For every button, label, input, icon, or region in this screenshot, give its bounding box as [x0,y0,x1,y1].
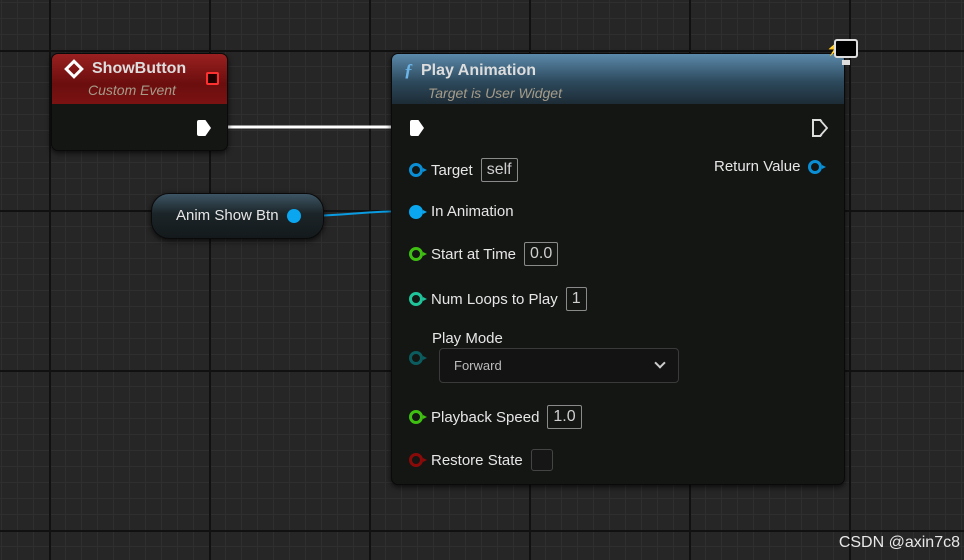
node-title: Play Animation [421,61,536,79]
pin-label: Num Loops to Play [431,290,558,308]
widget-function-icon: ⚡ [826,38,860,68]
in-animation-pin[interactable] [409,204,427,219]
pin-label: Return Value [714,158,801,175]
play-mode-pin[interactable] [409,351,427,365]
exec-in-pin[interactable] [410,120,424,136]
watermark: CSDN @axin7c8 [838,534,960,551]
pin-label: In Animation [431,203,514,220]
function-icon: ƒ [404,60,413,80]
variable-label: Anim Show Btn [176,207,279,224]
pin-label: Playback Speed [431,408,540,426]
target-pin[interactable] [409,163,427,177]
restore-state-pin[interactable] [409,453,427,467]
dropdown-value: Forward [454,358,502,373]
playback-speed-pin[interactable] [409,410,427,424]
variable-node[interactable]: Anim Show Btn [151,193,324,239]
exec-out-outline [812,119,828,137]
node-subtitle: Custom Event [88,82,176,98]
start-at-time-pin[interactable] [409,247,427,261]
num-loops-pin[interactable] [409,292,427,306]
object-out-pin[interactable] [286,208,301,223]
play-mode-dropdown[interactable]: Forward [439,348,679,383]
return-value-pin[interactable] [808,159,827,174]
restore-state-checkbox[interactable] [530,449,553,471]
delegate-pin[interactable] [206,72,219,85]
node-title: ShowButton [92,60,187,77]
target-field[interactable]: self [480,158,518,182]
playback-speed-field[interactable]: 1.0 [547,405,582,429]
num-loops-field[interactable]: 1 [565,287,587,311]
node-subtitle: Target is User Widget [428,85,562,101]
exec-out-pin[interactable] [197,120,211,136]
event-node-showbutton[interactable]: ShowButton Custom Event [51,53,228,151]
event-diamond-icon [64,59,84,79]
chevron-down-icon [654,357,666,369]
function-node-play-animation[interactable]: ƒ Play Animation Target is User Widget Ta… [391,53,845,485]
pin-label: Restore State [431,451,523,469]
start-at-time-field[interactable]: 0.0 [524,242,559,266]
pin-label: Start at Time [431,245,517,263]
pin-label: Play Mode [432,330,503,347]
pin-label: Target [431,161,473,179]
